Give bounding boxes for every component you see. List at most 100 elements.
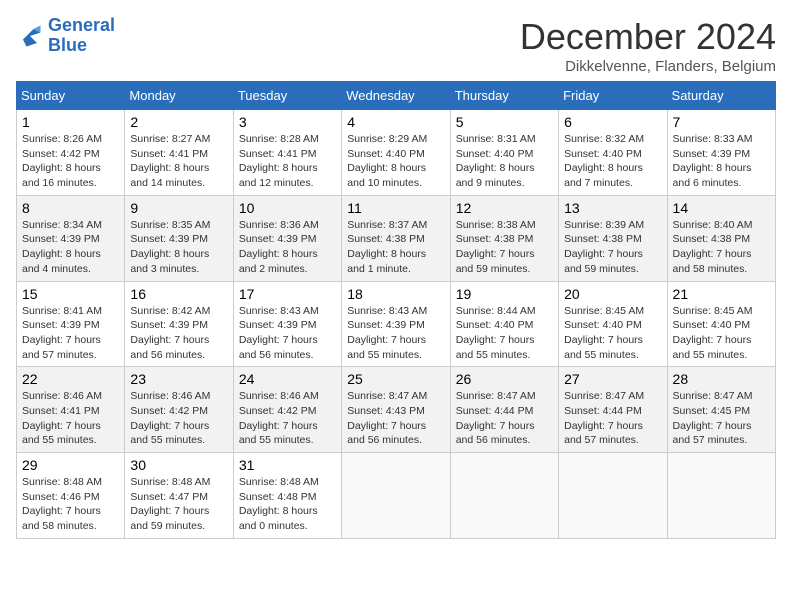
info-line: and 55 minutes. [130,434,205,446]
info-line: and 57 minutes. [22,349,97,361]
info-line: Daylight: 8 hours [673,162,752,174]
info-line: Sunset: 4:38 PM [673,233,751,245]
day-info: Sunrise: 8:43 AMSunset: 4:39 PMDaylight:… [239,304,336,363]
day-cell [342,453,450,539]
day-info: Sunrise: 8:47 AMSunset: 4:45 PMDaylight:… [673,389,770,448]
info-line: Daylight: 7 hours [130,334,209,346]
info-line: Daylight: 7 hours [130,420,209,432]
info-line: Sunset: 4:39 PM [239,233,317,245]
day-number: 21 [673,286,770,302]
info-line: Sunset: 4:44 PM [564,405,642,417]
info-line: Sunrise: 8:29 AM [347,133,427,145]
info-line: Sunset: 4:38 PM [564,233,642,245]
day-info: Sunrise: 8:40 AM Sunset: 4:38 PM Daylight:… [673,218,770,277]
day-number: 24 [239,371,336,387]
info-line: Sunrise: 8:31 AM [456,133,536,145]
day-cell: 13Sunrise: 8:39 AMSunset: 4:38 PMDayligh… [559,195,667,281]
day-number: 1 [22,114,119,130]
info-line: Daylight: 7 hours [564,248,643,260]
info-line: and 9 minutes. [456,177,525,189]
info-line: Sunrise: 8:41 AM [22,305,102,317]
day-number: 23 [130,371,227,387]
info-line: Sunset: 4:41 PM [239,148,317,160]
info-line: Sunset: 4:39 PM [22,319,100,331]
info-line: Sunset: 4:42 PM [22,148,100,160]
week-row-2: 8Sunrise: 8:34 AMSunset: 4:39 PMDaylight… [17,195,776,281]
info-line: Sunset: 4:47 PM [130,491,208,503]
day-cell: 5Sunrise: 8:31 AMSunset: 4:40 PMDaylight… [450,110,558,196]
day-info: Sunrise: 8:35 AMSunset: 4:39 PMDaylight:… [130,218,227,277]
info-line: Sunrise: 8:40 AM [673,219,753,231]
day-info: Sunrise: 8:34 AMSunset: 4:39 PMDaylight:… [22,218,119,277]
day-number: 29 [22,457,119,473]
info-line: and 59 minutes. [130,520,205,532]
day-info: Sunrise: 8:45 AMSunset: 4:40 PMDaylight:… [564,304,661,363]
info-line: Sunrise: 8:47 AM [456,390,536,402]
info-line: Sunrise: 8:46 AM [130,390,210,402]
day-number: 25 [347,371,444,387]
month-title: December 2024 [520,16,776,58]
day-header-wednesday: Wednesday [342,82,450,110]
day-cell: 12Sunrise: 8:38 AMSunset: 4:38 PMDayligh… [450,195,558,281]
day-cell: 17 Sunrise: 8:43 AMSunset: 4:39 PMDayligh… [233,281,341,367]
week-row-1: 1Sunrise: 8:26 AMSunset: 4:42 PMDaylight… [17,110,776,196]
info-line: and 55 minutes. [673,349,748,361]
info-line: Sunrise: 8:47 AM [673,390,753,402]
info-line: Sunset: 4:40 PM [564,148,642,160]
info-line: Sunset: 4:41 PM [22,405,100,417]
day-cell: 22Sunrise: 8:46 AMSunset: 4:41 PMDayligh… [17,367,125,453]
day-info: Sunrise: 8:48 AMSunset: 4:46 PMDaylight:… [22,475,119,534]
info-line: Daylight: 7 hours [347,420,426,432]
info-line: Sunrise: 8:45 AM [673,305,753,317]
info-line: Daylight: 8 hours [239,248,318,260]
day-cell: 18Sunrise: 8:43 AMSunset: 4:39 PMDayligh… [342,281,450,367]
info-line: Sunrise: 8:27 AM [130,133,210,145]
info-line: Daylight: 7 hours [673,420,752,432]
info-line: Sunrise: 8:36 AM [239,219,319,231]
info-line: Sunrise: 8:43 AM [239,305,319,317]
day-number: 12 [456,200,553,216]
day-info: Sunrise: 8:42 AMSunset: 4:39 PMDaylight:… [130,304,227,363]
day-header-thursday: Thursday [450,82,558,110]
week-row-4: 22Sunrise: 8:46 AMSunset: 4:41 PMDayligh… [17,367,776,453]
info-line: Sunset: 4:39 PM [347,319,425,331]
day-number: 14 [673,200,770,216]
info-line: Daylight: 7 hours [456,248,535,260]
info-line: Daylight: 7 hours [673,248,752,260]
day-info: Sunrise: 8:37 AMSunset: 4:38 PMDaylight:… [347,218,444,277]
header-row: SundayMondayTuesdayWednesdayThursdayFrid… [17,82,776,110]
day-number: 17 [239,286,336,302]
info-line: and 55 minutes. [456,349,531,361]
day-cell [559,453,667,539]
logo-text: General Blue [48,16,115,56]
info-line: and 1 minute. [347,263,411,275]
logo-icon [16,22,44,50]
day-cell: 20Sunrise: 8:45 AMSunset: 4:40 PMDayligh… [559,281,667,367]
info-line: and 12 minutes. [239,177,314,189]
day-cell: 29 Sunrise: 8:48 AMSunset: 4:46 PMDayligh… [17,453,125,539]
info-line: and 56 minutes. [239,349,314,361]
info-line: and 0 minutes. [239,520,308,532]
info-line: Daylight: 7 hours [130,505,209,517]
day-cell: 19Sunrise: 8:44 AMSunset: 4:40 PMDayligh… [450,281,558,367]
info-line: Sunrise: 8:37 AM [347,219,427,231]
day-cell: 1Sunrise: 8:26 AMSunset: 4:42 PMDaylight… [17,110,125,196]
day-cell: 15Sunrise: 8:41 AMSunset: 4:39 PMDayligh… [17,281,125,367]
day-cell: 26Sunrise: 8:47 AMSunset: 4:44 PMDayligh… [450,367,558,453]
day-cell: 31Sunrise: 8:48 AMSunset: 4:48 PMDayligh… [233,453,341,539]
day-header-monday: Monday [125,82,233,110]
info-line: Daylight: 7 hours [564,420,643,432]
info-line: Sunrise: 8:48 AM [130,476,210,488]
info-line: Sunrise: 8:45 AM [564,305,644,317]
info-line: Sunrise: 8:42 AM [130,305,210,317]
info-line: Sunset: 4:40 PM [347,148,425,160]
info-line: Daylight: 7 hours [347,334,426,346]
day-info: Sunrise: 8:28 AMSunset: 4:41 PMDaylight:… [239,132,336,191]
info-line: Daylight: 8 hours [130,248,209,260]
day-number: 19 [456,286,553,302]
title-section: December 2024 Dikkelvenne, Flanders, Bel… [520,16,776,75]
info-line: and 6 minutes. [673,177,742,189]
location-subtitle: Dikkelvenne, Flanders, Belgium [520,58,776,75]
day-info: Sunrise: 8:43 AM Sunset: 4:39 PM Daylight:… [347,304,444,363]
info-line: Sunrise: 8:43 AM [347,305,427,317]
